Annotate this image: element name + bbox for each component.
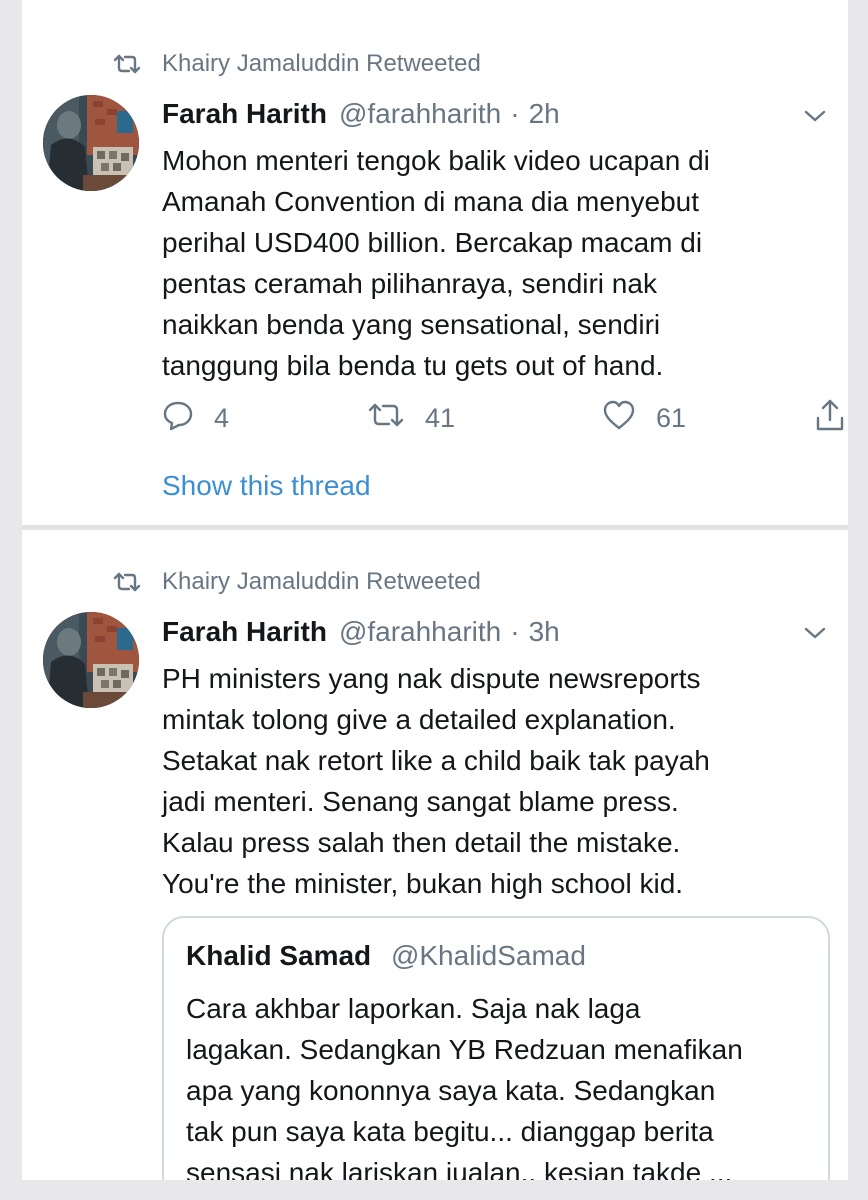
like-count: 61: [656, 402, 687, 433]
quoted-author-name: Khalid Samad: [186, 940, 372, 971]
retweet-count: 41: [425, 402, 456, 433]
retweet-context: Khairy Jamaluddin Retweeted: [112, 48, 481, 80]
avatar[interactable]: [43, 95, 139, 191]
quoted-author-handle: @KhalidSamad: [390, 940, 586, 971]
chevron-down-icon[interactable]: [802, 103, 828, 129]
quoted-text-line: apa yang kononnya saya kata. Sedangkan: [186, 1075, 716, 1106]
tweet-header: Farah Harith @farahharith · 2h: [162, 94, 560, 134]
tweet-text-line: perihal USD400 billion. Bercakap macam d…: [162, 227, 703, 258]
quoted-text-line: Cara akhbar laporkan. Saja nak laga: [186, 993, 641, 1024]
chevron-down-icon[interactable]: [802, 620, 828, 646]
tweet-text-line: tanggung bila benda tu gets out of hand.: [162, 350, 664, 381]
retweet-label: Khairy Jamaluddin Retweeted: [162, 568, 481, 595]
separator: ·: [510, 616, 520, 647]
retweet-label: Khairy Jamaluddin Retweeted: [162, 50, 481, 77]
tweet-text-line: Mohon menteri tengok balik video ucapan …: [162, 145, 710, 176]
reply-count: 4: [214, 402, 230, 433]
quoted-tweet[interactable]: Khalid Samad @KhalidSamad Cara akhbar la…: [162, 916, 830, 1180]
tweet-text: Mohon menteri tengok balik video ucapan …: [162, 140, 842, 386]
like-button[interactable]: 61: [602, 396, 686, 440]
quoted-text-line: sensasi nak lariskan jualan.. kesian tak…: [186, 1157, 733, 1180]
tweet-text-line: Amanah Convention di mana dia menyebut: [162, 186, 700, 217]
tweet-actions: 4 41 61: [162, 396, 844, 440]
retweet-icon: [112, 570, 144, 594]
tweet-text-line: jadi menteri. Senang sangat blame press.: [162, 786, 679, 817]
separator: ·: [510, 98, 520, 129]
timestamp[interactable]: 3h: [529, 616, 560, 648]
tweet-card[interactable]: Khairy Jamaluddin Retweeted Farah Harith…: [22, 530, 848, 1180]
show-thread-link[interactable]: Show this thread: [162, 470, 371, 502]
like-icon: [602, 399, 656, 438]
avatar[interactable]: [43, 612, 139, 708]
share-button[interactable]: [814, 396, 866, 440]
author-handle[interactable]: @farahharith: [339, 98, 501, 130]
author-name[interactable]: Farah Harith: [162, 98, 327, 130]
quoted-text-line: lagakan. Sedangkan YB Redzuan menafikan: [186, 1034, 743, 1065]
reply-button[interactable]: 4: [162, 396, 229, 440]
tweet-header: Farah Harith @farahharith · 3h: [162, 612, 560, 652]
tweet-text-line: Kalau press salah then detail the mistak…: [162, 827, 681, 858]
timestamp[interactable]: 2h: [529, 98, 560, 130]
tweet-text-line: mintak tolong give a detailed explanatio…: [162, 704, 676, 735]
quoted-tweet-header: Khalid Samad @KhalidSamad: [186, 940, 586, 972]
reply-icon: [162, 399, 214, 438]
author-name[interactable]: Farah Harith: [162, 616, 327, 648]
share-icon: [814, 398, 866, 439]
tweet-text-line: PH ministers yang nak dispute newsreport…: [162, 663, 701, 694]
retweet-button[interactable]: 41: [367, 396, 455, 440]
tweet-card[interactable]: Khairy Jamaluddin Retweeted Farah Harith…: [22, 0, 848, 525]
retweet-context: Khairy Jamaluddin Retweeted: [112, 566, 481, 598]
quoted-tweet-text: Cara akhbar laporkan. Saja nak laga laga…: [186, 988, 816, 1180]
tweet-text-line: pentas ceramah pilihanraya, sendiri nak: [162, 268, 657, 299]
retweet-icon: [367, 401, 425, 436]
tweet-text-line: You're the minister, bukan high school k…: [162, 868, 684, 899]
quoted-text-line: tak pun saya kata begitu... dianggap ber…: [186, 1116, 714, 1147]
tweet-text-line: naikkan benda yang sensational, sendiri: [162, 309, 661, 340]
tweet-text-line: Setakat nak retort like a child baik tak…: [162, 745, 710, 776]
author-handle[interactable]: @farahharith: [339, 616, 501, 648]
tweet-text: PH ministers yang nak dispute newsreport…: [162, 658, 842, 904]
retweet-icon: [112, 52, 144, 76]
